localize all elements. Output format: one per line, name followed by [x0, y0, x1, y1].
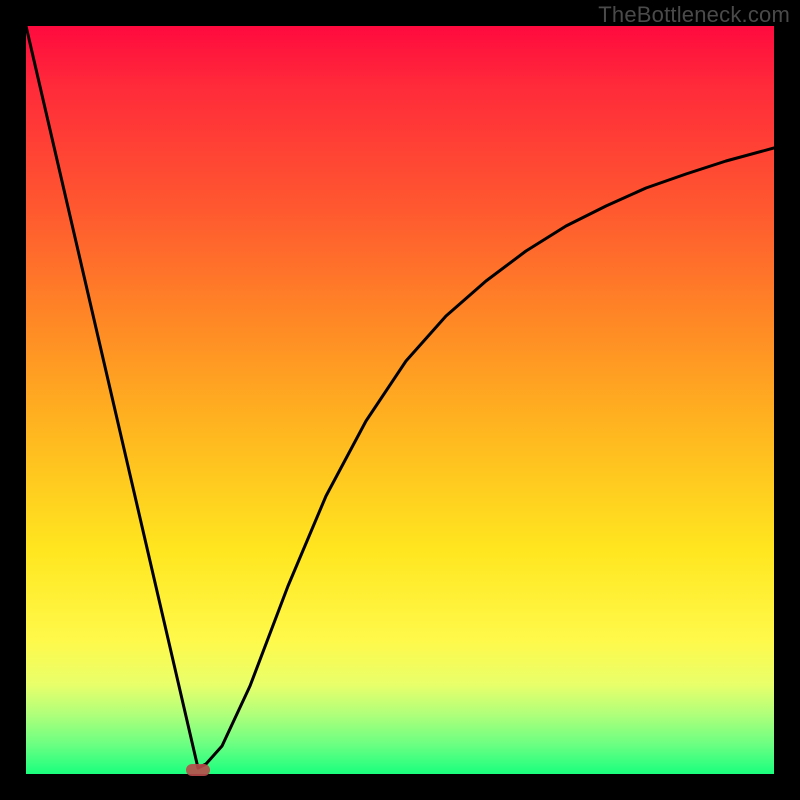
plot-area [26, 26, 774, 774]
min-marker [186, 764, 210, 776]
watermark-text: TheBottleneck.com [598, 2, 790, 28]
chart-frame: TheBottleneck.com [0, 0, 800, 800]
curve-path [26, 26, 774, 768]
bottleneck-curve [26, 26, 774, 774]
